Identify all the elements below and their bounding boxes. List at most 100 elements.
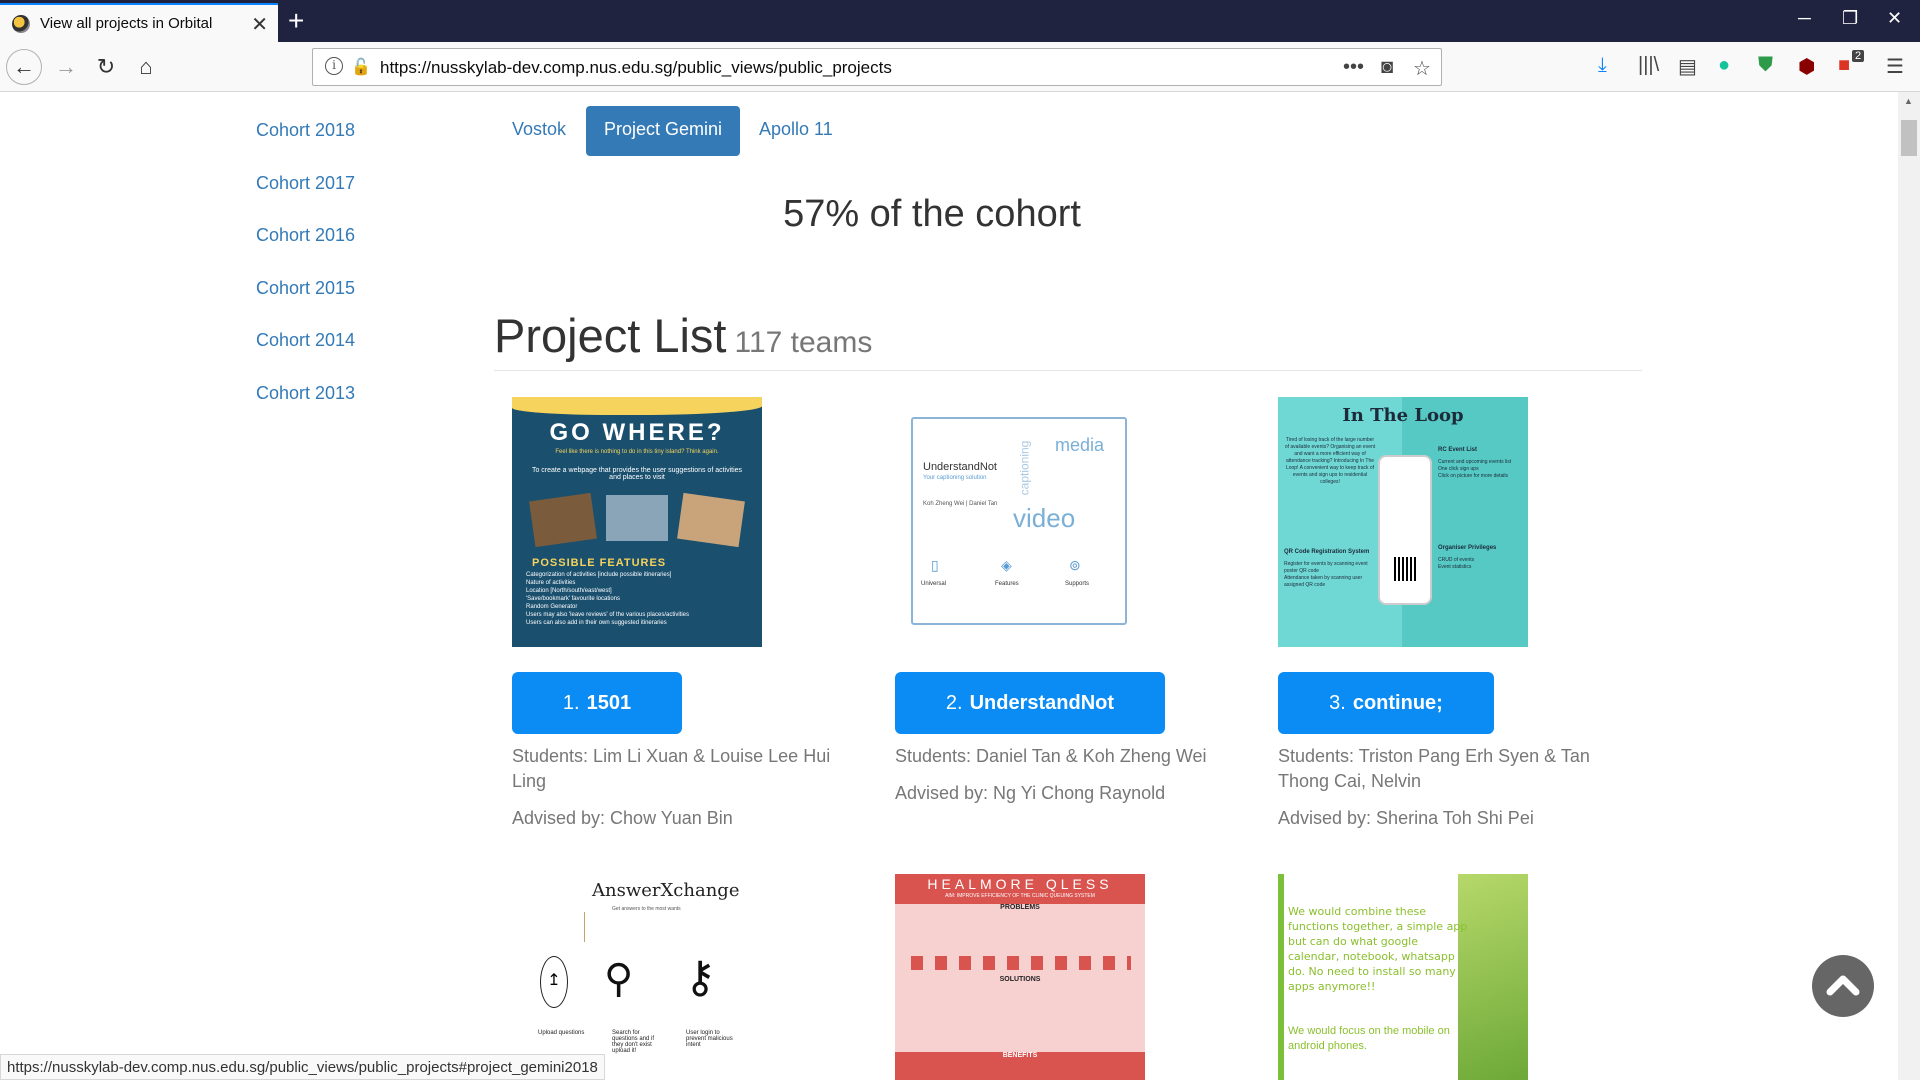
url-text[interactable]: https://nusskylab-dev.comp.nus.edu.sg/pu… [380,58,892,78]
link-status-bar: https://nusskylab-dev.comp.nus.edu.sg/pu… [0,1054,605,1080]
poster-title: UnderstandNot [923,461,997,473]
project-poster-continue[interactable]: In The Loop Tired of losing track of the… [1278,397,1528,647]
poster-item: Upload questions [538,1030,585,1036]
poster-tagline: Get answers to the most wants [612,906,681,912]
tab-vostok[interactable]: Vostok [494,106,584,156]
poster-section: BENEFITS [1002,1052,1038,1059]
poster-icon-row [911,956,1131,970]
ublock-icon[interactable]: ⬢ [1798,54,1815,79]
poster-rc-title: RC Event List [1438,447,1478,453]
project-students: Students: Daniel Tan & Koh Zheng Wei [895,746,1207,766]
project-poster-1501[interactable]: GO WHERE? Feel like there is nothing to … [512,397,762,647]
project-button-1501[interactable]: 1. 1501 [512,672,682,734]
poster-text: We would combine these functions togethe… [1288,905,1468,993]
minimize-icon[interactable]: ─ [1798,8,1811,29]
project-poster-healmore[interactable]: HEALMORE QLESS AIM: IMPROVE EFFICIENCY O… [895,874,1145,1080]
back-to-top-button[interactable] [1812,955,1874,1017]
grammarly-icon[interactable]: ● [1718,54,1730,77]
scroll-up-icon[interactable]: ▲ [1904,96,1913,106]
address-bar[interactable]: i 🔓 https://nusskylab-dev.comp.nus.edu.s… [312,48,1442,86]
project-button-understandnot[interactable]: 2. UnderstandNot [895,672,1165,734]
sidebar-item-cohort-2018[interactable]: Cohort 2018 [256,120,355,141]
shield-extension-icon[interactable]: ⛊ [1758,54,1773,77]
poster-subtitle: AIM: IMPROVE EFFICIENCY OF THE CLINIC QU… [945,893,1095,899]
poster-title: GO WHERE? [549,419,725,446]
extension-badge: 2 [1852,50,1865,62]
tab-apollo-11[interactable]: Apollo 11 [741,106,851,156]
site-info-icon[interactable]: i [325,57,343,75]
project-button-continue[interactable]: 3. continue; [1278,672,1494,734]
sidebar-item-cohort-2015[interactable]: Cohort 2015 [256,278,355,299]
close-tab-icon[interactable]: ✕ [251,12,268,37]
sidebar-item-cohort-2014[interactable]: Cohort 2014 [256,330,355,351]
features-icon: ◈ [1001,557,1012,573]
heading-rule [494,370,1642,371]
poster-photo [677,492,745,548]
pocket-icon[interactable]: ◙ [1381,56,1393,79]
bookmark-star-icon[interactable]: ☆ [1413,56,1431,81]
sidebar-item-cohort-2017[interactable]: Cohort 2017 [256,173,355,194]
poster-cloud-word: video [1013,503,1076,533]
poster-item: Search for questions and if they don't e… [612,1030,655,1054]
poster-section: SOLUTIONS [999,976,1041,983]
extension-icon[interactable]: ■ [1838,54,1850,77]
home-icon[interactable]: ⌂ [128,49,164,85]
browser-tab[interactable]: View all projects in Orbital ✕ [0,3,278,42]
poster-line [584,912,585,942]
poster-cloud-word: media [1055,435,1105,455]
upload-icon: ↥ [540,956,568,1008]
tab-project-gemini[interactable]: Project Gemini [586,106,741,156]
project-list-heading: Project List 117 teams [494,308,872,363]
page-scrollbar[interactable]: ▲ [1898,92,1920,1080]
poster-photo [529,492,597,548]
downloads-icon[interactable]: ⤓ [1598,54,1607,77]
poster-desc: To create a webpage that provides the us… [531,467,743,481]
menu-icon[interactable]: ☰ [1886,54,1904,79]
browser-titlebar: View all projects in Orbital ✕ + ─ ❐ ✕ [0,0,1920,42]
poster-feature: Universal [921,581,947,587]
forward-arrow-icon[interactable]: → [48,49,84,85]
project-advisor: Advised by: Sherina Toh Shi Pei [1278,808,1534,828]
poster-title: AnswerXchange [592,880,740,901]
sidebar-icon[interactable]: ▤ [1678,54,1697,79]
insecure-lock-icon[interactable]: 🔓 [351,57,371,77]
poster-title: HEALMORE QLESS [927,876,1113,892]
poster-cloud-word: captioning [1017,440,1032,496]
orbital-favicon-icon [12,14,30,33]
page-content: Cohort 2018 Cohort 2017 Cohort 2016 Coho… [0,92,1898,1080]
universal-icon: ▯ [931,557,939,573]
poster-feature: Supports [1065,581,1090,587]
project-list-title: Project List [494,309,727,362]
reload-icon[interactable]: ↻ [88,49,124,85]
poster-tagline: Feel like there is nothing to do in this… [555,449,719,455]
page-actions-icon[interactable]: ••• [1343,56,1364,79]
poster-feature: Features [995,581,1019,587]
back-arrow-icon[interactable]: ← [6,49,42,85]
close-window-icon[interactable]: ✕ [1887,8,1902,29]
poster-intro: Tired of losing track of the large numbe… [1284,437,1376,485]
poster-qr-items: Register for events by scanning event po… [1284,561,1368,588]
project-students: Students: Lim Li Xuan & Louise Lee Hui L… [512,746,831,791]
poster-section: PROBLEMS [1000,904,1040,911]
project-poster-combine[interactable]: We would combine these functions togethe… [1278,874,1528,1080]
poster-text: We would focus on the mobile on android … [1288,1025,1450,1052]
poster-rc-items: Current and upcoming events list One cli… [1438,459,1512,479]
poster-photo [606,495,668,541]
poster-green-edge [1278,874,1284,1080]
new-tab-icon[interactable]: + [288,4,304,38]
project-poster-answerxchange[interactable]: AnswerXchange Get answers to the most wa… [512,874,762,1080]
poster-features-title: POSSIBLE FEATURES [532,557,667,569]
restore-icon[interactable]: ❐ [1842,8,1858,29]
key-icon: ⚷ [684,953,717,1002]
sidebar-item-cohort-2013[interactable]: Cohort 2013 [256,383,355,404]
poster-org-items: CRUD of events Event statistics [1438,557,1475,570]
project-advisor: Advised by: Chow Yuan Bin [512,808,733,828]
team-count: 117 teams [734,326,873,359]
project-poster-understandnot[interactable]: UnderstandNot Your captioning solution K… [895,397,1145,647]
search-magnifier-icon: ⚲ [604,957,634,1001]
scroll-thumb[interactable] [1901,120,1917,156]
supports-icon: ⊚ [1069,557,1081,573]
poster-features: Categorization of activities [include po… [526,572,690,626]
library-icon[interactable]: |||\ [1638,54,1659,77]
project-students: Students: Triston Pang Erh Syen & Tan Th… [1278,746,1590,791]
